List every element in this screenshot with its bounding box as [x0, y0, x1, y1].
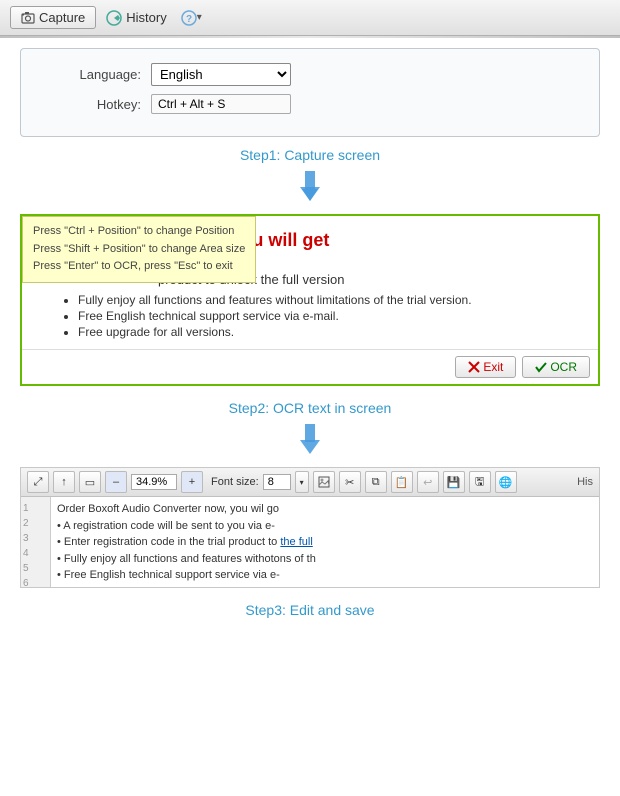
image-icon	[318, 476, 330, 488]
toolbar: Capture History ? ▾	[0, 0, 620, 36]
tooltip-line3: Press "Enter" to OCR, press "Esc" to exi…	[33, 258, 245, 276]
image-btn[interactable]	[313, 471, 335, 493]
language-label: Language:	[51, 67, 151, 82]
text-line-2: • A registration code will be sent to yo…	[57, 518, 593, 535]
help-icon: ?	[181, 10, 197, 26]
editor-text[interactable]: Order Boxoft Audio Converter now, you wi…	[51, 497, 599, 587]
page-btn[interactable]: ▭	[79, 471, 101, 493]
language-row: Language: English Chinese French German …	[51, 63, 569, 86]
exit-label: Exit	[483, 360, 503, 374]
text-line-4: • Fully enjoy all functions and features…	[57, 551, 593, 568]
toolbar-separator	[0, 36, 620, 38]
zoom-box	[131, 474, 177, 490]
ocr-label: OCR	[550, 360, 577, 374]
ocr-button[interactable]: OCR	[522, 356, 590, 378]
settings-panel: Language: English Chinese French German …	[20, 48, 600, 137]
history-button[interactable]: History	[100, 7, 172, 29]
history-label: History	[126, 10, 166, 25]
capture-label: Capture	[39, 10, 85, 25]
exit-icon	[468, 361, 480, 373]
cut-btn[interactable]: ✂	[339, 471, 361, 493]
web-btn[interactable]: 🌐	[495, 471, 517, 493]
tooltip-box: Press "Ctrl + Position" to change Positi…	[22, 216, 256, 283]
step3-label: Step3: Edit and save	[0, 602, 620, 618]
editor-area: ⤢ ↑ ▭ – + Font size: ▾ ✂ ⧉ 📋	[20, 467, 600, 588]
bullet-1: Fully enjoy all functions and features w…	[78, 293, 582, 307]
capture-area: Press "Ctrl + Position" to change Positi…	[20, 214, 600, 386]
hotkey-label: Hotkey:	[51, 97, 151, 112]
tooltip-line1: Press "Ctrl + Position" to change Positi…	[33, 223, 245, 241]
step2-arrow	[0, 420, 620, 459]
step1-label: Step1: Capture screen	[0, 147, 620, 163]
history-icon	[106, 10, 122, 26]
font-input[interactable]	[263, 474, 291, 490]
move-btn[interactable]: ⤢	[27, 471, 49, 493]
tooltip-line2: Press "Shift + Position" to change Area …	[33, 241, 245, 259]
save-btn[interactable]: 💾	[443, 471, 465, 493]
zoom-in-btn[interactable]: +	[181, 471, 203, 493]
language-select[interactable]: English Chinese French German Spanish	[151, 63, 291, 86]
font-size-label: Font size:	[211, 476, 259, 488]
hotkey-input[interactable]	[151, 94, 291, 114]
step2-label: Step2: OCR text in screen	[0, 400, 620, 416]
dropdown-arrow: ▾	[197, 12, 202, 23]
highlight-text: the full	[280, 536, 312, 548]
zoom-out-btn[interactable]: –	[105, 471, 127, 493]
font-dropdown-btn[interactable]: ▾	[295, 471, 309, 493]
editor-body: 123456 Order Boxoft Audio Converter now,…	[21, 497, 599, 587]
his-label: His	[577, 476, 593, 488]
help-button[interactable]: ? ▾	[177, 7, 206, 29]
text-line-6: • Free upgrade for all versions.	[57, 584, 593, 588]
bullet-3: Free upgrade for all versions.	[78, 325, 582, 339]
text-line-3: • Enter registration code in the trial p…	[57, 534, 593, 551]
copy-btn[interactable]: ⧉	[365, 471, 387, 493]
ocr-bullets: Fully enjoy all functions and features w…	[38, 293, 582, 339]
capture-button[interactable]: Capture	[10, 6, 96, 29]
editor-toolbar: ⤢ ↑ ▭ – + Font size: ▾ ✂ ⧉ 📋	[21, 468, 599, 497]
zoom-input[interactable]	[131, 474, 177, 490]
svg-text:?: ?	[186, 14, 192, 25]
exit-button[interactable]: Exit	[455, 356, 516, 378]
bullet-2: Free English technical support service v…	[78, 309, 582, 323]
text-line-5: • Free English technical support service…	[57, 567, 593, 584]
check-icon	[535, 361, 547, 373]
up-btn[interactable]: ↑	[53, 471, 75, 493]
step1-arrow	[0, 167, 620, 206]
paste-btn[interactable]: 📋	[391, 471, 413, 493]
hotkey-row: Hotkey:	[51, 94, 569, 114]
undo-btn[interactable]: ↩	[417, 471, 439, 493]
action-bar: Exit OCR	[22, 349, 598, 384]
save-as-btn[interactable]: 🖫	[469, 471, 491, 493]
editor-gutter: 123456	[21, 497, 51, 587]
camera-icon	[21, 11, 35, 25]
text-line-1: Order Boxoft Audio Converter now, you wi…	[57, 501, 593, 518]
